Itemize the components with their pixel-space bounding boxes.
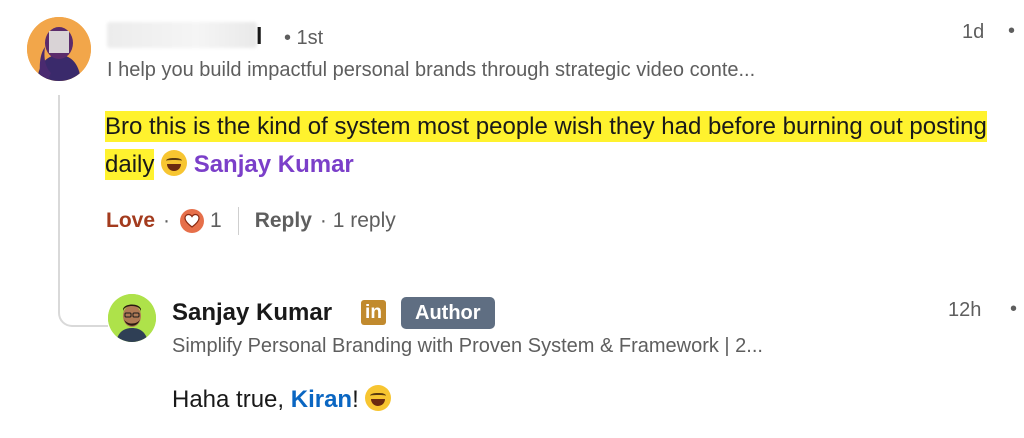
connection-degree: • 1st — [284, 27, 324, 49]
action-divider — [237, 207, 239, 235]
mention-kiran[interactable]: Kiran — [291, 386, 352, 413]
linkedin-icon: in — [361, 300, 386, 325]
author-badge: Author — [401, 297, 495, 329]
comment-timestamp: 1d — [962, 21, 985, 43]
thread-connector-line — [58, 95, 108, 327]
reply-author-name[interactable]: Sanjay Kumar — [172, 298, 332, 328]
reply-author-avatar[interactable] — [108, 294, 156, 342]
replies-count-link[interactable]: · 1 reply — [320, 207, 396, 235]
grinning-sweat-emoji-icon — [365, 385, 392, 411]
reply-timestamp: 12h — [948, 299, 982, 321]
commenter-name[interactable]: l — [256, 22, 262, 50]
reply-button[interactable]: Reply — [255, 207, 312, 235]
heart-reaction-icon[interactable] — [180, 209, 205, 233]
mention-sanjay-kumar[interactable]: Sanjay Kumar — [194, 151, 354, 178]
reply-text-suffix: ! — [352, 386, 359, 413]
commenter-headline: I help you build impactful personal bran… — [107, 59, 756, 81]
grinning-sweat-emoji-icon — [161, 150, 188, 176]
separator-dot: · — [163, 209, 171, 232]
reply-author-headline: Simplify Personal Branding with Proven S… — [172, 335, 763, 357]
more-options-icon[interactable]: • — [1008, 20, 1015, 43]
reply-more-options-icon[interactable]: • — [1010, 298, 1017, 321]
love-reaction-button[interactable]: Love — [106, 207, 155, 235]
reply-text: Haha true, Kiran! — [172, 385, 392, 415]
reaction-count[interactable]: 1 — [210, 207, 222, 235]
comment-text: Bro this is the kind of system most peop… — [105, 108, 1020, 184]
comment-actions: Love · 1 Reply · 1 reply — [106, 207, 396, 235]
reply-text-prefix: Haha true, — [172, 386, 291, 413]
commenter-name-redacted[interactable] — [107, 22, 257, 48]
commenter-avatar[interactable] — [27, 17, 91, 81]
